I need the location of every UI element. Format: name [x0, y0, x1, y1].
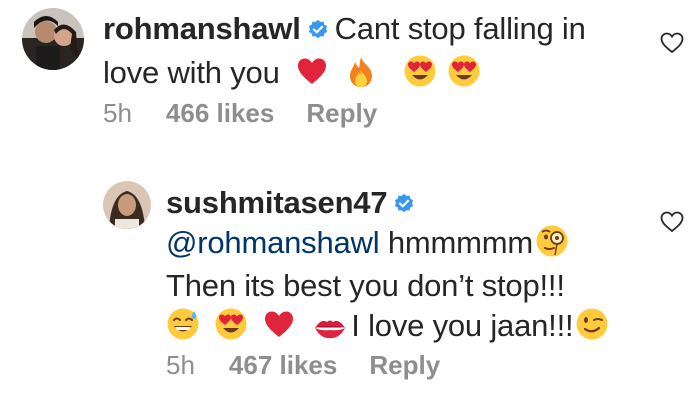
kiss-mark-emoji: [313, 312, 347, 350]
red-heart-emoji: [296, 56, 328, 97]
comment-1-reply-button[interactable]: Reply: [306, 98, 377, 129]
comment-2-line2: Then its best you don’t stop!!!: [166, 268, 565, 303]
comment-2-meta: 5h 467 likes Reply: [166, 350, 440, 381]
heart-eyes-emoji: [447, 54, 481, 97]
heart-eyes-emoji: [403, 54, 437, 97]
comment-1-line1: Cant stop falling in: [334, 11, 586, 46]
comment-2-mention-link[interactable]: @rohmanshawl: [166, 225, 380, 260]
avatar-photo: [22, 8, 84, 70]
comment-2-username[interactable]: sushmitasen47: [166, 185, 388, 220]
comment-2-line3: I love you jaan!!!: [351, 308, 574, 343]
comment-1-line2: love with you: [103, 55, 280, 90]
comment-1-meta: 5h 466 likes Reply: [103, 98, 377, 129]
comment-1-text: rohmanshawl Cant stop falling in love wit…: [103, 10, 623, 97]
comment-2-text: sushmitasen47 @rohmanshawl hmmmmm Then i…: [166, 184, 626, 350]
comment-1-likes[interactable]: 466 likes: [166, 98, 274, 129]
comment-2-likes[interactable]: 467 likes: [229, 350, 337, 381]
like-heart-icon[interactable]: [660, 32, 684, 59]
sweat-smile-emoji: [166, 307, 200, 350]
comment-1-time[interactable]: 5h: [103, 98, 132, 129]
comment-2-time[interactable]: 5h: [166, 350, 195, 381]
comment-2-line1: hmmmmm: [387, 225, 534, 260]
verified-badge-icon: [307, 12, 329, 50]
avatar-rohmanshawl[interactable]: [22, 8, 84, 70]
like-heart-icon[interactable]: [660, 211, 684, 238]
winking-face-emoji: [575, 307, 609, 350]
avatar-photo: [103, 181, 151, 229]
comment-2-reply-button[interactable]: Reply: [369, 350, 440, 381]
monocle-face-emoji: [535, 224, 569, 267]
fire-emoji: [346, 56, 376, 97]
red-heart-emoji: [263, 309, 295, 350]
comment-1-username[interactable]: rohmanshawl: [103, 11, 301, 46]
avatar-sushmitasen47[interactable]: [103, 181, 151, 229]
verified-badge-icon: [393, 186, 415, 224]
heart-eyes-emoji: [214, 307, 248, 350]
